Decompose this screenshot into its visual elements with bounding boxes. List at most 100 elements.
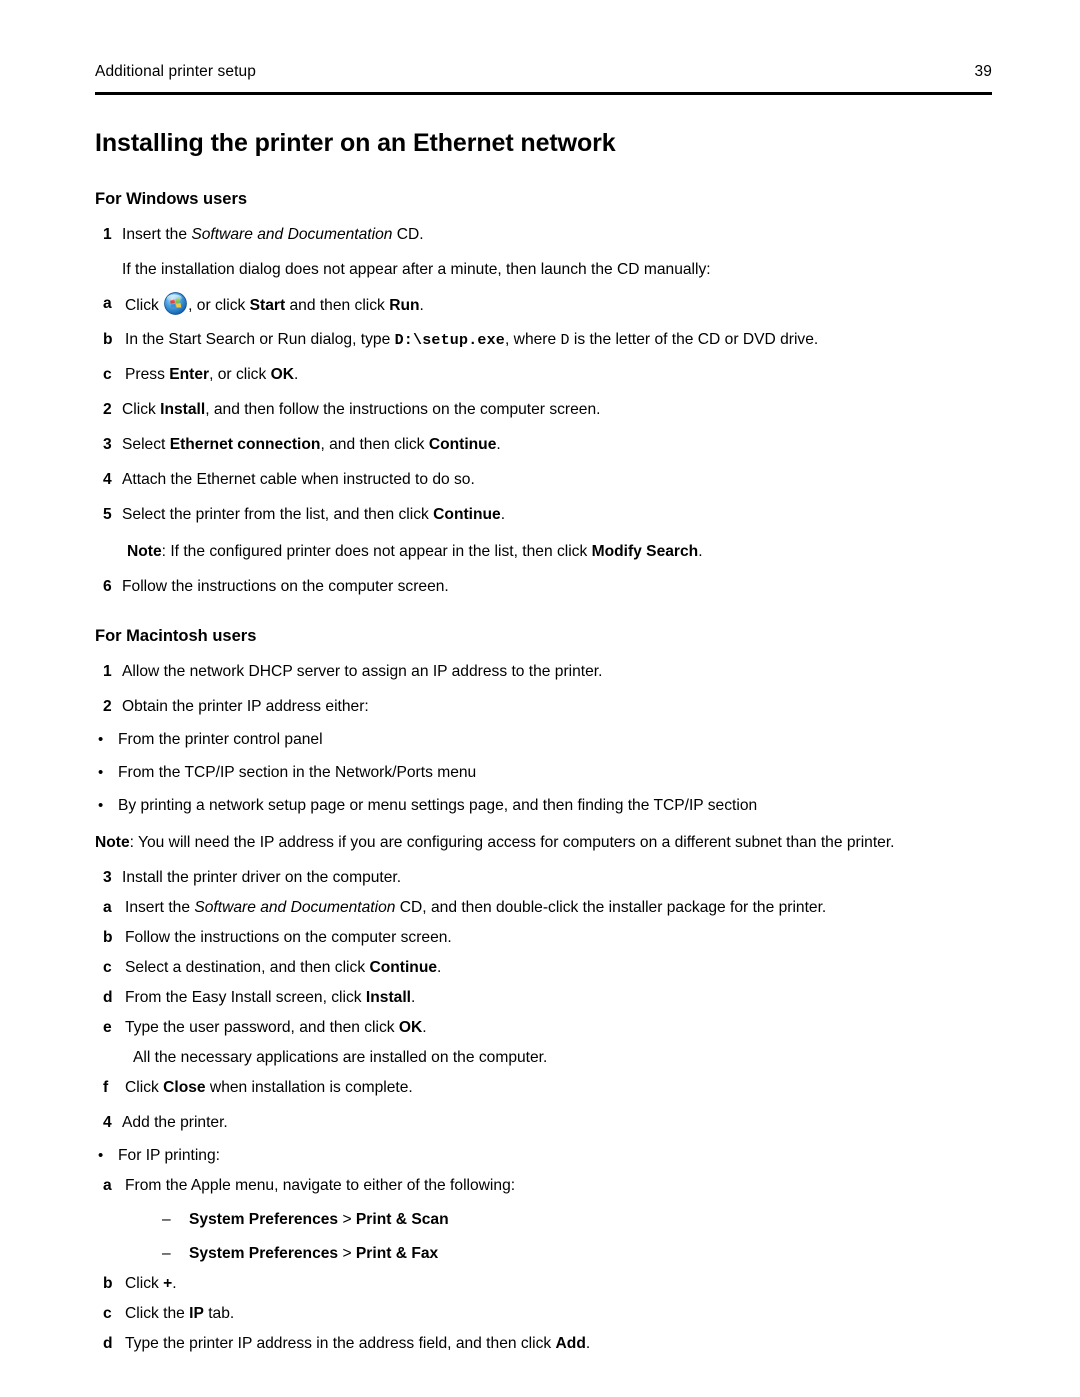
text-fragment: Click [122,401,161,418]
substep-text: Press Enter, or click OK. [125,364,995,385]
substep-marker: b [103,929,113,946]
text-fragment: , or click [209,366,271,383]
add-printer-method-list: • For IP printing: a From the Apple menu… [95,1145,995,1354]
windows-substep-list: a Click , or click Start and then click … [95,292,995,385]
list-item: f Click Close when installation is compl… [95,1077,995,1098]
list-item: a From the Apple menu, navigate to eithe… [95,1175,995,1264]
text-fragment: . [172,1275,177,1292]
text-fragment: CD, and then double-click the installer … [395,899,827,916]
section-heading-macintosh: For Macintosh users [95,627,257,645]
substep-marker: c [103,366,112,383]
list-item: c Select a destination, and then click C… [95,957,995,978]
menu-path-text: System Preferences > Print & Fax [189,1243,995,1264]
text-fragment: . [293,366,299,383]
macintosh-driver-substep-list: a Insert the Software and Documentation … [95,897,995,1098]
text-fragment: . [585,1335,591,1352]
command-text: D:\setup.exe [394,332,506,349]
substep-marker: c [103,959,112,976]
list-item: 2 Obtain the printer IP address either: … [95,696,995,816]
substep-text: Click , or click Start and then click Ru… [125,292,995,316]
list-item: e Type the user password, and then click… [95,1017,995,1068]
step-text: Attach the Ethernet cable when instructe… [122,471,475,488]
list-item: c Click the IP tab. [95,1303,995,1324]
text-fragment: and then click [285,297,390,314]
ip-printing-substep-list: a From the Apple menu, navigate to eithe… [95,1175,995,1354]
substep-marker: d [103,1335,113,1352]
menu-path-text: System Preferences > Print & Scan [189,1209,995,1230]
ui-label-enter: Enter [169,366,210,383]
text-fragment: Select [122,436,170,453]
list-item: 2 Click Install, and then follow the ins… [95,399,995,420]
step-text: Follow the instructions on the computer … [122,578,449,595]
list-item: • From the printer control panel [95,729,995,750]
ui-label-modify-search: Modify Search [591,543,699,560]
menu-path-root: System Preferences [189,1211,339,1228]
text-fragment: , and then follow the instructions on th… [205,401,601,418]
step-marker: 6 [103,578,112,595]
substep-text: From the Apple menu, navigate to either … [125,1177,516,1194]
text-fragment: Type the printer IP address in the addre… [125,1335,556,1352]
bullet-icon: • [98,797,104,814]
dash-icon: – [162,1211,171,1228]
ui-label-add: Add [555,1335,586,1352]
ui-label-continue: Continue [433,506,501,523]
text-fragment: . [419,297,424,314]
list-item: • By printing a network setup page or me… [95,795,995,816]
bullet-text: From the printer control panel [118,731,323,748]
list-item: 3 Install the printer driver on the comp… [95,867,995,1098]
text-fragment: tab. [203,1305,235,1322]
ip-address-source-list: • From the printer control panel • From … [95,729,995,816]
ui-label-close: Close [163,1079,206,1096]
list-item: c Press Enter, or click OK. [95,364,995,385]
dash-icon: – [162,1245,171,1262]
list-item: d Type the printer IP address in the add… [95,1333,995,1354]
list-item: • For IP printing: a From the Apple menu… [95,1145,995,1354]
step-marker: 1 [103,226,112,243]
document-page: Additional printer setup 39 Installing t… [0,0,1080,1397]
macintosh-step-list: 1 Allow the network DHCP server to assig… [95,661,995,816]
text-fragment: In the Start Search or Run dialog, type [125,331,395,348]
list-item: b In the Start Search or Run dialog, typ… [95,329,995,351]
list-item: – System Preferences > Print & Scan [161,1209,995,1230]
step-continuation-text: If the installation dialog does not appe… [122,261,711,278]
list-item: 3 Select Ethernet connection, and then c… [95,434,995,455]
text-fragment: , or click [188,297,250,314]
step-text: Allow the network DHCP server to assign … [122,663,603,680]
text-fragment: Click [125,1079,164,1096]
substep-text: Click +. [125,1273,995,1294]
emphasis-text: Software and Documentation [191,226,393,243]
ui-label-ip-tab: IP [189,1305,204,1322]
substep-text: Type the user password, and then click O… [125,1017,995,1038]
substep-marker: f [103,1079,109,1096]
note-paragraph: Note: You will need the IP address if yo… [95,832,995,853]
ui-label-ok: OK [270,366,294,383]
ui-label-plus: + [163,1275,173,1292]
substep-text: Follow the instructions on the computer … [125,929,452,946]
bullet-text: By printing a network setup page or menu… [118,797,758,814]
text-fragment: . [437,959,442,976]
step-text: Obtain the printer IP address either: [122,698,369,715]
text-fragment: . [496,436,501,453]
substep-text: Type the printer IP address in the addre… [125,1333,995,1354]
list-item: 6 Follow the instructions on the compute… [95,576,995,597]
list-item: 1 Allow the network DHCP server to assig… [95,661,995,682]
substep-text: Click Close when installation is complet… [125,1077,995,1098]
running-header: Additional printer setup 39 [95,62,992,82]
page-title: Installing the printer on an Ethernet ne… [95,129,616,157]
text-fragment: Click [125,297,164,314]
text-fragment: . [698,543,703,560]
substep-text: Select a destination, and then click Con… [125,957,995,978]
substep-text: From the Easy Install screen, click Inst… [125,987,995,1008]
step-text: Install the printer driver on the comput… [122,869,402,886]
note-label: Note [127,543,162,560]
step-text: Select Ethernet connection, and then cli… [122,434,995,455]
substep-marker: a [103,899,112,916]
text-fragment: , and then click [320,436,429,453]
drive-letter-text: D [560,332,570,349]
substep-text: Click the IP tab. [125,1303,995,1324]
bullet-icon: • [98,1147,104,1164]
menu-path-leaf: Print & Fax [355,1245,439,1262]
system-preferences-path-list: – System Preferences > Print & Scan – Sy… [95,1209,995,1264]
running-title: Additional printer setup [95,63,256,80]
text-fragment: Select a destination, and then click [125,959,370,976]
